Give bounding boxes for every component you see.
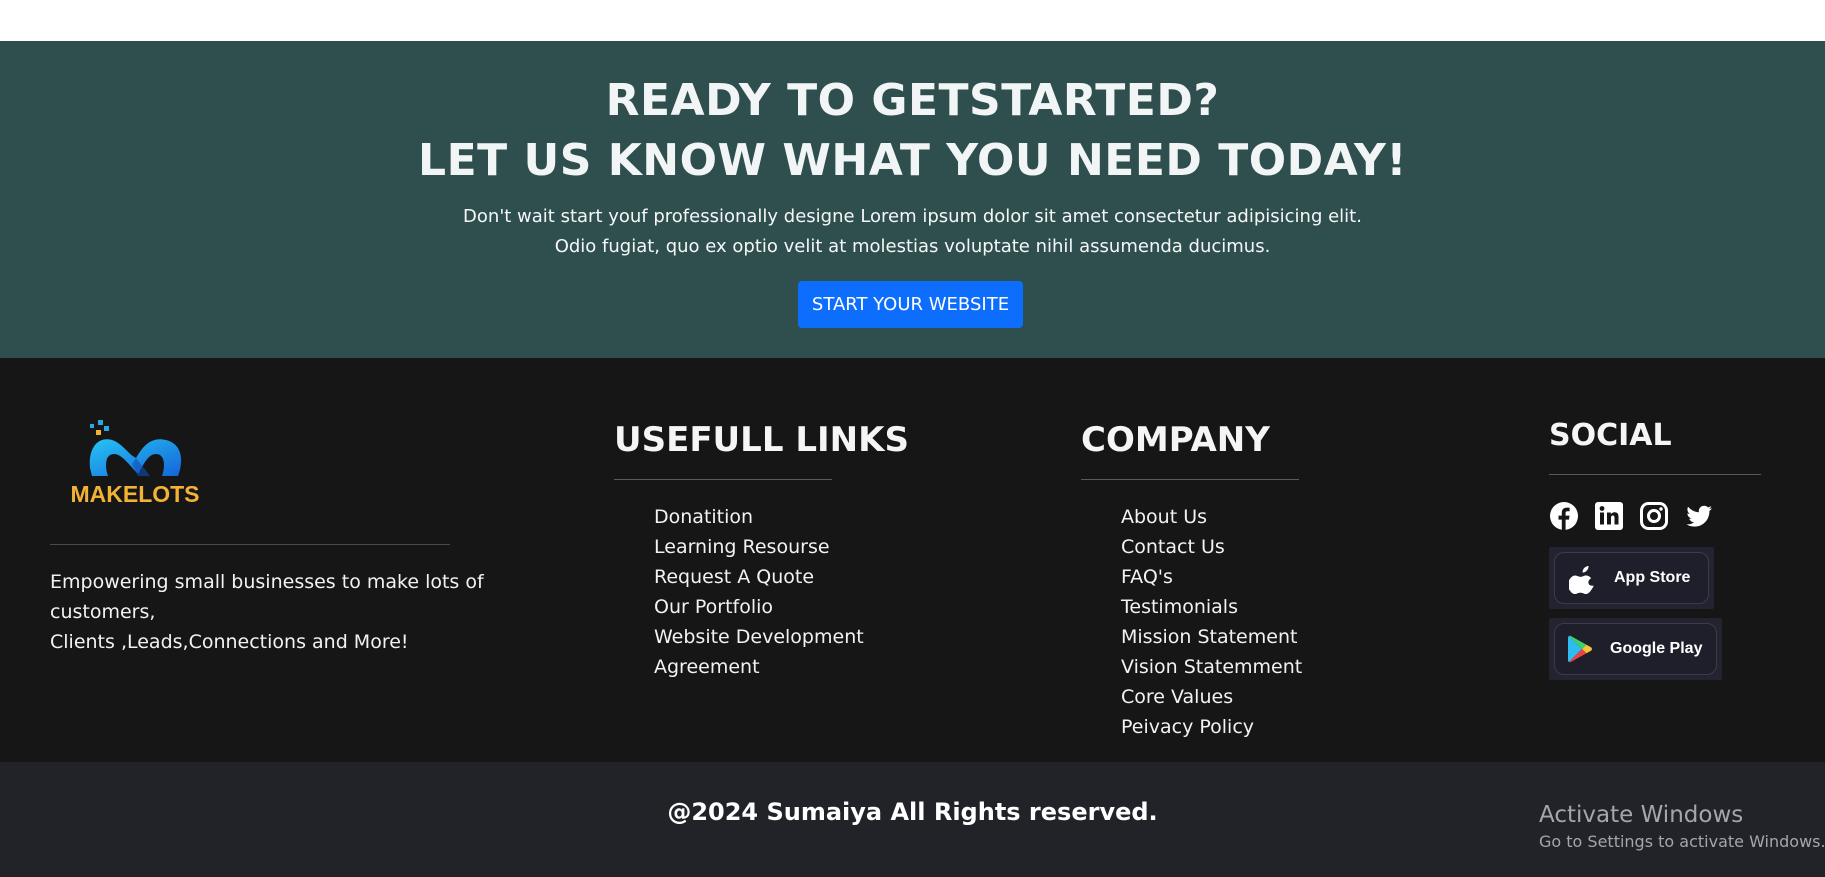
tagline-line2: Clients ,Leads,Connections and More!: [50, 631, 409, 653]
makelots-logo[interactable]: MAKELOTS: [50, 418, 220, 507]
facebook-icon[interactable]: [1549, 501, 1579, 531]
company-link-privacy[interactable]: Peivacy Policy: [1121, 712, 1302, 742]
linkedin-icon[interactable]: [1594, 501, 1624, 531]
company-link-mission[interactable]: Mission Statement: [1121, 622, 1302, 652]
cta-subtext-line2: Odio fugiat, quo ex optio velit at moles…: [554, 236, 1271, 257]
company-link-faq[interactable]: FAQ's: [1121, 562, 1302, 592]
activate-windows-watermark: Activate Windows Go to Settings to activ…: [1539, 800, 1825, 854]
useful-link-request-quote[interactable]: Request A Quote: [654, 562, 864, 592]
tagline-line1: Empowering small businesses to make lots…: [50, 571, 484, 623]
cta-heading-line1: READY TO GETSTARTED?: [605, 75, 1220, 126]
company-links-list: About Us Contact Us FAQ's Testimonials M…: [1121, 502, 1302, 742]
instagram-icon[interactable]: [1639, 501, 1669, 531]
twitter-icon[interactable]: [1684, 501, 1714, 531]
app-store-badge[interactable]: App Store: [1549, 547, 1714, 609]
company-divider: [1081, 479, 1299, 480]
useful-link-learning-resource[interactable]: Learning Resourse: [654, 532, 864, 562]
useful-link-agreement[interactable]: Agreement: [654, 652, 864, 682]
company-link-testimonials[interactable]: Testimonials: [1121, 592, 1302, 622]
copyright-bar: @2024 Sumaiya All Rights reserved. Activ…: [0, 762, 1825, 877]
useful-link-portfolio[interactable]: Our Portfolio: [654, 592, 864, 622]
start-website-button[interactable]: START YOUR WEBSITE: [798, 281, 1023, 328]
useful-link-website-development[interactable]: Website Development: [654, 622, 864, 652]
company-link-core-values[interactable]: Core Values: [1121, 682, 1302, 712]
cta-heading-line2: LET US KNOW WHAT YOU NEED TODAY!: [418, 135, 1407, 186]
useful-links-divider: [614, 479, 832, 480]
company-title: COMPANY: [1081, 420, 1270, 460]
page-top-blank: [0, 0, 1825, 41]
footer-tagline: Empowering small businesses to make lots…: [50, 567, 570, 657]
company-link-contact[interactable]: Contact Us: [1121, 532, 1302, 562]
social-divider: [1549, 474, 1761, 475]
useful-links-list: Donatition Learning Resourse Request A Q…: [654, 502, 864, 682]
social-title: SOCIAL: [1549, 418, 1672, 453]
logo-text: MAKELOTS: [70, 481, 199, 506]
useful-links-title: USEFULL LINKS: [614, 420, 909, 460]
google-play-badge[interactable]: Google Play: [1549, 618, 1722, 680]
company-link-vision[interactable]: Vision Statemment: [1121, 652, 1302, 682]
activate-windows-subtitle: Go to Settings to activate Windows.: [1539, 832, 1825, 851]
activate-windows-title: Activate Windows: [1539, 802, 1744, 828]
company-link-about[interactable]: About Us: [1121, 502, 1302, 532]
brand-divider: [50, 544, 450, 545]
site-footer: MAKELOTS Empowering small businesses to …: [0, 358, 1825, 762]
google-play-icon: [1568, 635, 1592, 663]
useful-link-donation[interactable]: Donatition: [654, 502, 864, 532]
cta-section: READY TO GETSTARTED? LET US KNOW WHAT YO…: [0, 41, 1825, 358]
app-store-label: App Store: [1614, 569, 1691, 586]
apple-icon: [1569, 566, 1594, 594]
cta-subtext-line1: Don't wait start youf professionally des…: [463, 206, 1362, 227]
google-play-label: Google Play: [1610, 640, 1703, 657]
